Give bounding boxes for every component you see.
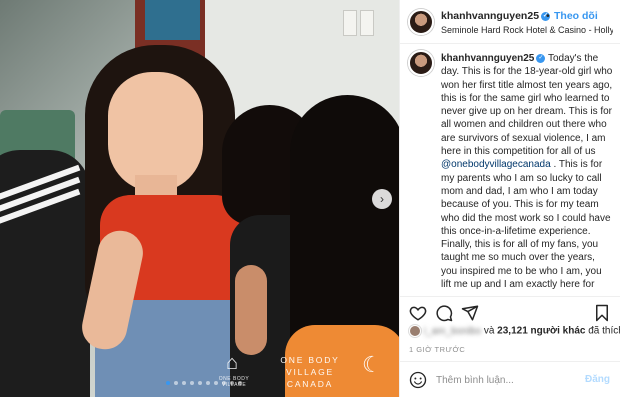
emoji-icon[interactable]	[409, 371, 427, 389]
carousel-dot	[198, 381, 202, 385]
carousel-dot	[238, 381, 242, 385]
heart-icon[interactable]	[409, 304, 427, 322]
person-left	[0, 150, 90, 397]
light-switch	[360, 10, 374, 36]
post-side-panel: khanhvannguyen25 ✓ • Theo dõi Seminole Ha…	[399, 0, 620, 397]
action-bar	[400, 296, 620, 322]
caption-username-link[interactable]: khanhvannguyen25	[441, 53, 534, 64]
caption-body: Today's the day. This is for the 18-year…	[441, 53, 613, 158]
likes-summary: i_am_bonibo và 23,121 người khác đã thíc…	[409, 325, 620, 337]
light-switch	[343, 10, 357, 36]
bookmark-icon[interactable]	[593, 304, 611, 322]
watermark-line1: ONE BODY VILLAGE	[280, 355, 340, 377]
post-header: khanhvannguyen25 ✓ • Theo dõi Seminole Ha…	[400, 0, 620, 44]
carousel-dot	[230, 381, 234, 385]
mention-link[interactable]: @onebodyvillagecanada	[441, 159, 551, 170]
avatar[interactable]	[408, 9, 434, 35]
paper-plane-icon[interactable]	[461, 304, 479, 322]
follow-button[interactable]: Theo dõi	[554, 10, 598, 22]
door-window	[145, 0, 200, 40]
caption-text: khanhvannguyen25 ✓ Today's the day. This …	[441, 52, 613, 294]
woman-face	[108, 72, 203, 192]
location-link[interactable]: Seminole Hard Rock Hotel & Casino - Holl…	[441, 25, 613, 35]
carousel-dots	[166, 381, 242, 385]
next-photo-button[interactable]: ›	[372, 189, 392, 209]
carousel-dot	[190, 381, 194, 385]
carousel-dot	[174, 381, 178, 385]
liker-name[interactable]: i_am_bonibo	[424, 326, 481, 337]
carousel-dot	[182, 381, 186, 385]
caption-area: khanhvannguyen25 ✓ Today's the day. This …	[400, 44, 620, 294]
liker-avatar	[409, 325, 421, 337]
verified-badge-icon: ✓	[536, 53, 546, 63]
carousel-dot	[206, 381, 210, 385]
comment-input[interactable]	[436, 372, 576, 388]
carousel-dot	[166, 381, 170, 385]
username-link[interactable]: khanhvannguyen25	[441, 10, 539, 22]
post-timestamp[interactable]: 1 GIỜ TRƯỚC	[409, 345, 465, 354]
likes-suffix: đã thích	[585, 325, 620, 337]
post-comment-button[interactable]: Đăng	[585, 374, 610, 385]
girl-arm	[235, 265, 267, 355]
watermark-text: ONE BODY VILLAGE CANADA	[260, 354, 360, 390]
separator-dot: •	[546, 10, 550, 22]
caption-body-cont: . This is for my parents who I am so luc…	[441, 159, 611, 294]
caption-avatar[interactable]	[408, 50, 434, 76]
watermark-line2: CANADA	[286, 379, 334, 389]
likes-connector: và	[481, 325, 498, 337]
carousel-dot	[214, 381, 218, 385]
post-photo[interactable]: ⌂ ONE BODY VILLAGE ONE BODY VILLAGE CANA…	[0, 0, 399, 397]
carousel-dot	[222, 381, 226, 385]
likes-count-link[interactable]: 23,121 người khác	[497, 326, 585, 337]
moon-icon: ☾	[362, 352, 382, 377]
comment-icon[interactable]	[435, 304, 453, 322]
comment-bar: Đăng	[400, 361, 620, 397]
